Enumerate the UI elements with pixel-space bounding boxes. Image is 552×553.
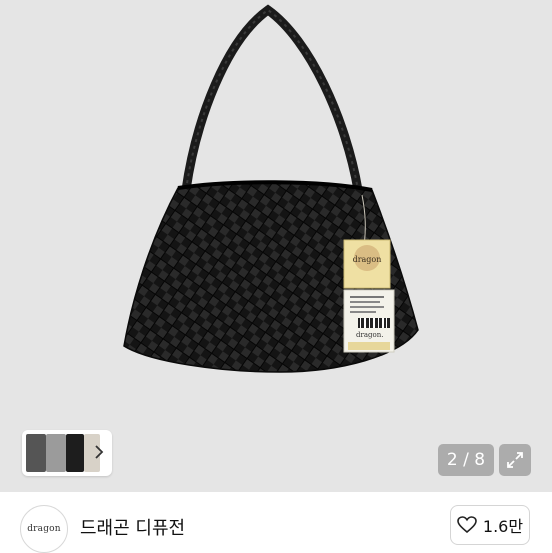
seller-name[interactable]: 드래곤 디퓨전	[80, 514, 185, 540]
expand-button[interactable]	[499, 444, 531, 476]
svg-text:dragon.: dragon.	[356, 331, 383, 339]
seller-avatar[interactable]: dragon	[20, 505, 68, 553]
thumbnail-2[interactable]	[46, 434, 66, 472]
thumbnail-1[interactable]	[26, 434, 46, 472]
like-count: 1.6만	[482, 517, 524, 536]
heart-outline-icon	[457, 516, 477, 534]
seller-bar: dragon 드래곤 디퓨전 1.6만	[0, 492, 552, 553]
thumbnail-strip[interactable]	[22, 430, 112, 476]
image-counter: 2 / 8	[438, 444, 494, 476]
svg-text:dragon: dragon	[353, 255, 382, 264]
like-button[interactable]: 1.6만	[450, 505, 530, 545]
chevron-right-icon[interactable]	[92, 442, 106, 462]
hang-tag-top: dragon	[343, 239, 391, 289]
hang-tag-bottom: dragon.	[343, 289, 395, 353]
product-image-gallery[interactable]: dragon dragon. 2 / 8	[0, 0, 552, 492]
thumbnail-3[interactable]	[66, 434, 84, 472]
expand-icon	[507, 452, 523, 468]
product-image[interactable]: dragon dragon.	[0, 0, 552, 492]
